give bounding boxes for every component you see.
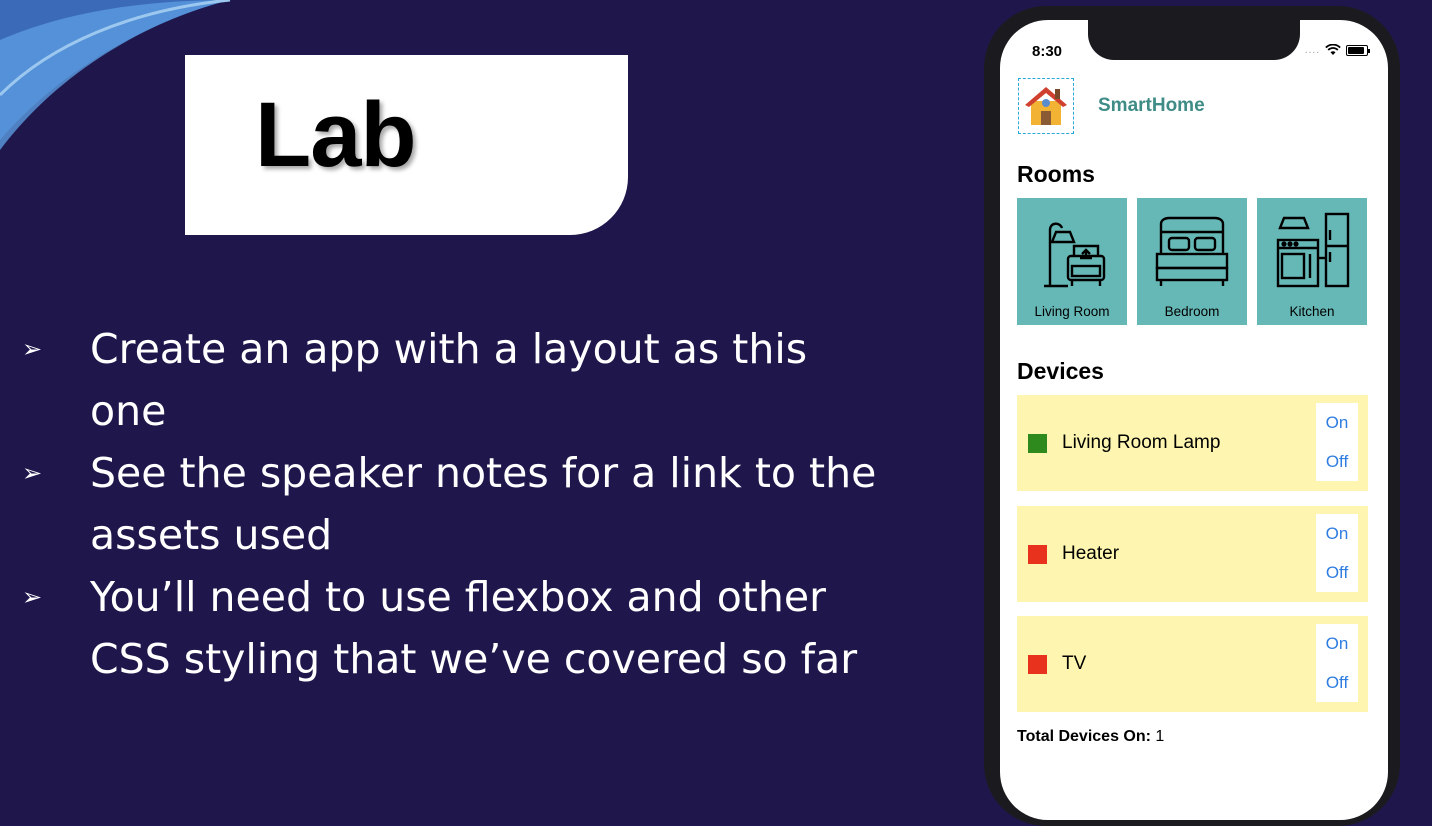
room-tile-living-room[interactable]: Living Room (1017, 198, 1127, 325)
room-label: Bedroom (1164, 304, 1220, 319)
device-name: Heater (1062, 543, 1120, 564)
device-card-living-room-lamp: Living Room Lamp On Off (1017, 395, 1368, 491)
bullet-item: ➢ Create an app with a layout as this one (22, 318, 882, 442)
device-controls: On Off (1316, 624, 1358, 702)
bullet-item: ➢ You’ll need to use flexbox and other CS… (22, 566, 882, 690)
total-value: 1 (1155, 728, 1165, 745)
room-tile-kitchen[interactable]: Kitchen (1257, 198, 1367, 325)
arrow-bullet-icon: ➢ (22, 459, 43, 487)
device-name: TV (1062, 653, 1087, 674)
on-button[interactable]: On (1326, 413, 1349, 433)
device-card-tv: TV On Off (1017, 616, 1368, 712)
total-devices-on: Total Devices On: 1 (1017, 728, 1164, 746)
device-card-heater: Heater On Off (1017, 506, 1368, 602)
bullet-list: ➢ Create an app with a layout as this one… (22, 318, 882, 690)
room-tile-bedroom[interactable]: Bedroom (1137, 198, 1247, 325)
status-time: 8:30 (1032, 43, 1063, 60)
devices-heading: Devices (1017, 358, 1104, 384)
phone-notch (1088, 20, 1300, 60)
battery-icon (1346, 44, 1370, 56)
house-icon (1018, 78, 1074, 134)
off-button[interactable]: Off (1326, 563, 1348, 583)
living-room-icon (1044, 222, 1106, 288)
arrow-bullet-icon: ➢ (22, 335, 43, 363)
room-label: Kitchen (1289, 304, 1335, 319)
slide-title: Lab (255, 84, 417, 186)
signal-icon: .... (1304, 44, 1320, 56)
off-button[interactable]: Off (1326, 452, 1348, 472)
rooms-heading: Rooms (1017, 161, 1095, 187)
status-icons: .... (1304, 44, 1370, 56)
kitchen-icon (1276, 212, 1350, 288)
off-button[interactable]: Off (1326, 673, 1348, 693)
wifi-icon (1325, 44, 1341, 55)
device-status-indicator (1028, 545, 1047, 564)
device-controls: On Off (1316, 514, 1358, 592)
title-card: Lab (185, 55, 628, 235)
bullet-item: ➢ See the speaker notes for a link to the… (22, 442, 882, 566)
device-status-indicator (1028, 434, 1047, 453)
arrow-bullet-icon: ➢ (22, 583, 43, 611)
app-name: SmartHome (1098, 95, 1205, 116)
bed-icon (1155, 216, 1229, 286)
device-controls: On Off (1316, 403, 1358, 481)
phone-screen: 8:30 .... SmartHome Rooms Living Room Be… (1000, 20, 1388, 820)
room-label: Living Room (1034, 304, 1110, 319)
device-name: Living Room Lamp (1062, 432, 1221, 453)
on-button[interactable]: On (1326, 524, 1349, 544)
device-status-indicator (1028, 655, 1047, 674)
total-label: Total Devices On: (1017, 728, 1151, 745)
rooms-row: Living Room Bedroom Kitchen (1017, 198, 1367, 325)
on-button[interactable]: On (1326, 634, 1349, 654)
